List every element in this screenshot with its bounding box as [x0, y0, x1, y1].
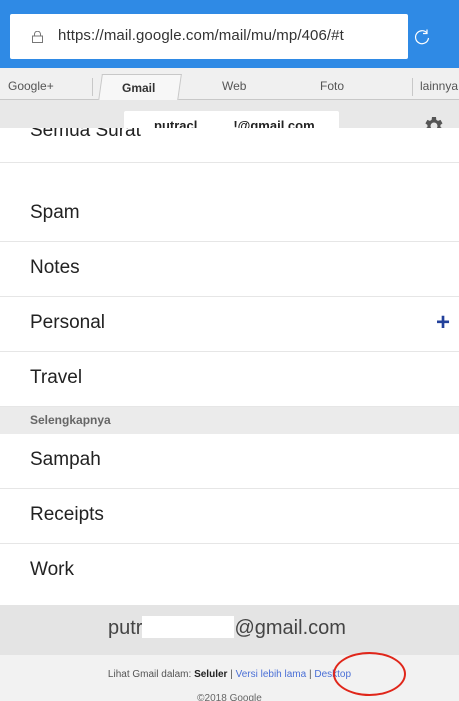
tab-divider [412, 78, 413, 96]
address-bar[interactable]: https://mail.google.com/mail/mu/mp/406/#… [10, 14, 408, 59]
reload-icon[interactable] [412, 27, 432, 47]
redacted-area [142, 615, 235, 638]
footer-email: putr @gmail.com [108, 615, 346, 640]
label-row-personal[interactable]: Personal + [0, 297, 459, 352]
mode-old-version-link[interactable]: Versi lebih lama [236, 669, 307, 680]
tab-lainnya[interactable]: lainnya [420, 79, 458, 93]
label-row-work[interactable]: Work [0, 544, 459, 604]
tab-gmail[interactable]: Gmail [122, 81, 155, 95]
annotation-circle [333, 652, 406, 696]
plus-icon[interactable]: + [436, 311, 450, 335]
tab-google-plus[interactable]: Google+ [8, 79, 54, 93]
label-text: Receipts [30, 504, 104, 525]
label-text: Sampah [30, 449, 101, 470]
url-text[interactable]: https://mail.google.com/mail/mu/mp/406/#… [58, 27, 380, 44]
tab-foto[interactable]: Foto [320, 79, 344, 93]
lock-icon [32, 31, 43, 43]
label-row-notes[interactable]: Notes [0, 242, 459, 297]
view-prefix: Lihat Gmail dalam: [107, 669, 192, 680]
footer-account: putr @gmail.com [0, 605, 459, 655]
copyright: ©2018 Google [197, 693, 262, 701]
label-row-sampah[interactable]: Sampah [0, 434, 459, 489]
label-text: Semua Surat [30, 128, 141, 141]
label-text: Spam [30, 202, 80, 223]
label-row-spam[interactable]: Spam [0, 187, 459, 242]
label-text: Personal [30, 312, 105, 333]
section-header: Selengkapnya [0, 407, 459, 434]
separator: | [230, 669, 233, 680]
browser-toolbar: https://mail.google.com/mail/mu/mp/406/#… [0, 0, 459, 68]
section-label: Selengkapnya [30, 413, 111, 427]
separator: | [308, 669, 312, 680]
label-text: Work [30, 559, 74, 580]
label-row-semua-surat[interactable]: Semua Surat [0, 128, 459, 163]
tab-divider [92, 78, 93, 96]
footer-email-suffix: @gmail.com [234, 617, 346, 639]
label-text: Travel [30, 367, 83, 388]
footer-email-prefix: putr [108, 617, 143, 639]
label-row-receipts[interactable]: Receipts [0, 489, 459, 544]
mode-mobile: Seluler [194, 669, 228, 680]
label-row-travel[interactable]: Travel [0, 352, 459, 407]
tab-web[interactable]: Web [222, 79, 246, 93]
label-text: Notes [30, 257, 80, 278]
